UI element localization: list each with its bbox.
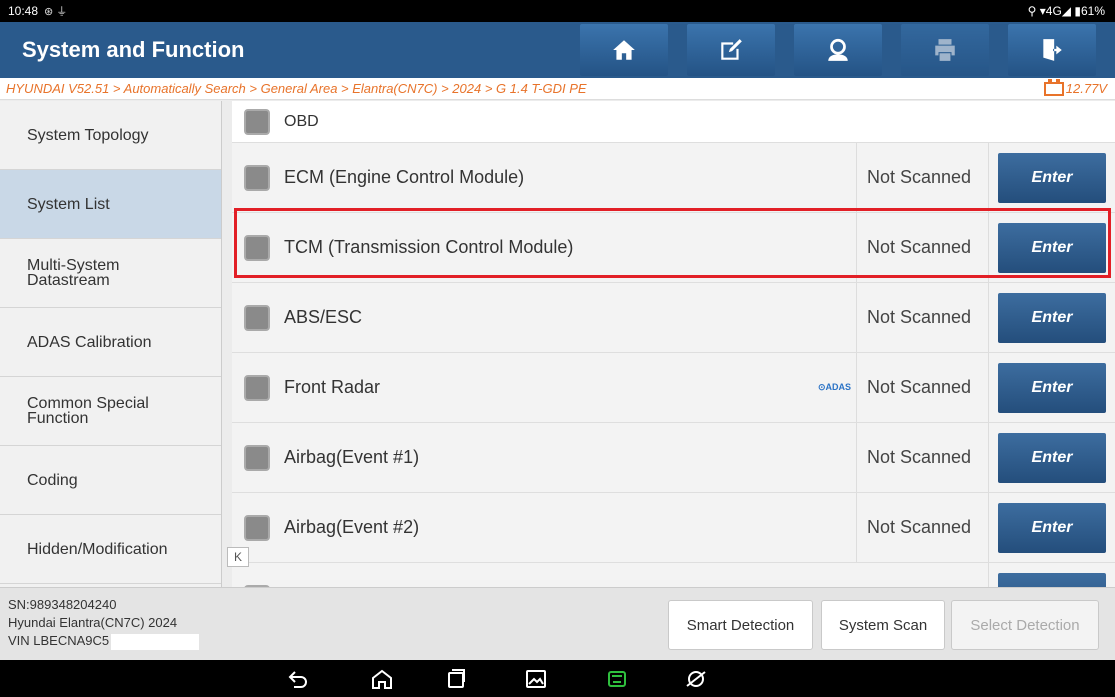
notification-icon: ⊛ ⏚ xyxy=(44,6,68,18)
clock: 10:48 xyxy=(8,4,39,18)
recents-icon[interactable] xyxy=(444,667,468,691)
select-all-checkbox[interactable] xyxy=(244,108,270,135)
scan-status: Not Scanned xyxy=(856,493,988,562)
edit-icon xyxy=(721,39,742,60)
enter-button[interactable]: Enter xyxy=(998,432,1106,483)
sidebar: System Topology System List Multi-System… xyxy=(0,101,222,587)
sidebar-item-coding[interactable]: Coding xyxy=(0,446,221,515)
browser-icon[interactable] xyxy=(684,667,708,691)
vci-icon[interactable] xyxy=(605,667,629,691)
enter-button[interactable]: Enter xyxy=(998,502,1106,553)
system-checkbox[interactable] xyxy=(244,164,270,191)
print-icon xyxy=(935,39,955,61)
edit-button[interactable] xyxy=(687,24,775,76)
battery-icon xyxy=(1043,78,1064,96)
enter-cell xyxy=(988,563,1115,587)
home-icon xyxy=(613,40,635,60)
system-name: ABS/ESC xyxy=(284,307,363,327)
scan-status: Not Scanned xyxy=(856,143,988,212)
vehicle-info: SN:989348204240 Hyundai Elantra(CN7C) 20… xyxy=(8,596,200,650)
gallery-icon[interactable] xyxy=(524,667,548,691)
vin-line: VIN LBECNA9C5 xyxy=(8,632,200,650)
android-nav-bar xyxy=(0,660,1115,697)
title-bar: System and Function xyxy=(0,22,1115,78)
system-scan-button[interactable]: System Scan xyxy=(821,600,945,650)
print-button[interactable] xyxy=(901,24,989,76)
enter-cell: Enter xyxy=(988,213,1115,282)
system-row[interactable]: Front Radar ⊙ADAS Not Scanned Enter xyxy=(232,353,1115,423)
system-row[interactable]: ABS/ESC Not Scanned Enter xyxy=(232,283,1115,353)
enter-cell: Enter xyxy=(988,423,1115,492)
system-name: TCM (Transmission Control Module) xyxy=(284,237,574,257)
system-row[interactable]: TCM (Transmission Control Module) Not Sc… xyxy=(232,213,1115,283)
vin-redaction xyxy=(111,633,200,650)
exit-icon xyxy=(1043,39,1062,61)
smart-detection-button[interactable]: Smart Detection xyxy=(668,600,813,650)
system-name: Airbag(Event #1) xyxy=(284,447,420,467)
vin-text: VIN LBECNA9C5 xyxy=(8,633,110,648)
status-bar: 10:48 ⊛ ⏚ ⚲ ▾4G◢ ▮61% xyxy=(0,0,1115,22)
enter-button[interactable]: Enter xyxy=(998,362,1106,413)
enter-cell: Enter xyxy=(988,353,1115,422)
system-checkbox[interactable] xyxy=(244,374,270,401)
breadcrumb-path: HYUNDAI V52.51 > Automatically Search > … xyxy=(6,81,587,96)
system-row[interactable]: ECM (Engine Control Module) Not Scanned … xyxy=(232,143,1115,213)
home-nav-icon[interactable] xyxy=(370,667,394,691)
sidebar-item-system-topology[interactable]: System Topology xyxy=(0,101,221,170)
scan-status: Not Scanned xyxy=(856,353,988,422)
sidebar-item-system-list[interactable]: System List xyxy=(0,170,221,239)
scan-status: Not Scanned xyxy=(856,213,988,282)
system-list: OBD ECM (Engine Control Module) Not Scan… xyxy=(232,101,1115,587)
enter-button[interactable] xyxy=(998,572,1106,587)
serial-number: SN:989348204240 xyxy=(8,597,117,612)
sidebar-item-adas-calibration[interactable]: ADAS Calibration xyxy=(0,308,221,377)
enter-cell: Enter xyxy=(988,283,1115,352)
scan-status: Not Scanned xyxy=(856,423,988,492)
user-icon xyxy=(828,38,848,61)
system-name: Airbag(Event #2) xyxy=(284,517,420,537)
system-row-partial[interactable] xyxy=(232,563,1115,587)
screen: 10:48 ⊛ ⏚ ⚲ ▾4G◢ ▮61% System and Functio… xyxy=(0,0,1115,697)
scan-status: Not Scanned xyxy=(856,283,988,352)
page-title: System and Function xyxy=(22,37,245,62)
system-checkbox[interactable] xyxy=(244,234,270,261)
system-checkbox[interactable] xyxy=(244,514,270,541)
adas-badge: ⊙ADAS xyxy=(818,382,852,392)
system-row[interactable]: Airbag(Event #2) Not Scanned Enter xyxy=(232,493,1115,563)
footer: SN:989348204240 Hyundai Elantra(CN7C) 20… xyxy=(0,587,1115,660)
system-indicators: ⚲ ▾4G◢ ▮61% xyxy=(1027,4,1105,18)
voltage-value: 12.77V xyxy=(1065,81,1107,96)
enter-button[interactable]: Enter xyxy=(998,222,1106,273)
select-detection-button[interactable]: Select Detection xyxy=(951,600,1099,650)
battery-voltage: 12.77V xyxy=(1043,78,1107,96)
enter-cell: Enter xyxy=(988,143,1115,212)
system-checkbox[interactable] xyxy=(244,444,270,471)
system-checkbox[interactable] xyxy=(244,304,270,331)
vehicle-model: Hyundai Elantra(CN7C) 2024 xyxy=(8,615,178,630)
obd-header-row[interactable]: OBD xyxy=(232,101,1115,143)
enter-cell: Enter xyxy=(988,493,1115,562)
sidebar-item-hidden-modification[interactable]: Hidden/Modification xyxy=(0,515,221,584)
home-button[interactable] xyxy=(580,24,668,76)
collapse-sidebar-button[interactable]: K xyxy=(227,547,249,567)
enter-button[interactable]: Enter xyxy=(998,152,1106,203)
breadcrumb: HYUNDAI V52.51 > Automatically Search > … xyxy=(0,78,1115,100)
back-icon[interactable] xyxy=(286,667,310,691)
user-button[interactable] xyxy=(794,24,882,76)
exit-button[interactable] xyxy=(1008,24,1096,76)
obd-label: OBD xyxy=(284,112,319,130)
sidebar-item-common-special-function[interactable]: Common Special Function xyxy=(0,377,221,446)
enter-button[interactable]: Enter xyxy=(998,292,1106,343)
system-name: ECM (Engine Control Module) xyxy=(284,167,525,187)
system-row[interactable]: Airbag(Event #1) Not Scanned Enter xyxy=(232,423,1115,493)
sidebar-item-multi-system-datastream[interactable]: Multi-System Datastream xyxy=(0,239,221,308)
system-name: Front Radar xyxy=(284,377,381,397)
